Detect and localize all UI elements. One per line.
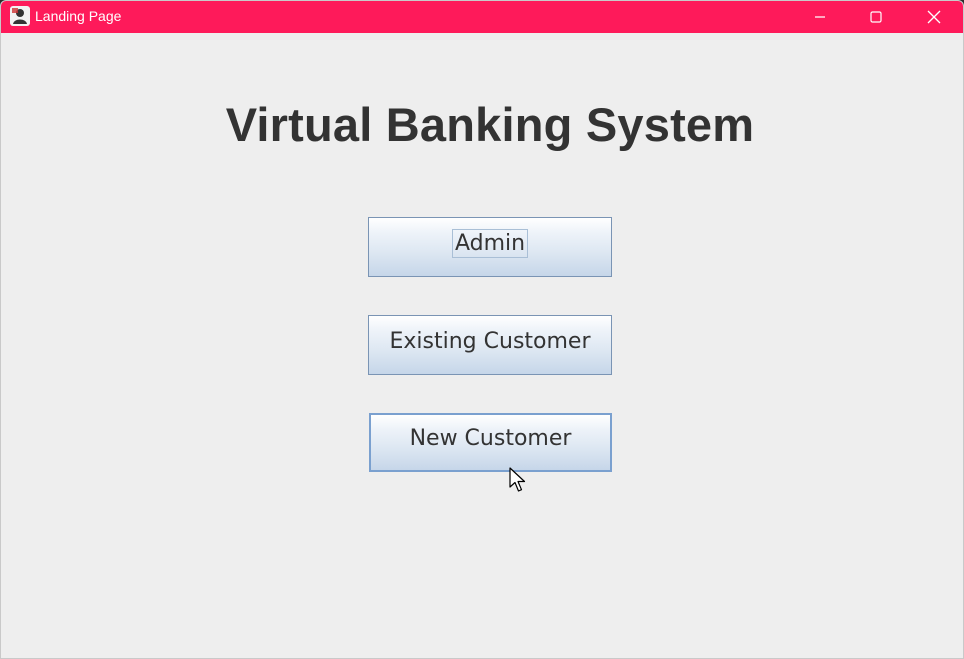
minimize-button[interactable] <box>791 1 849 33</box>
app-window: Landing Page Virtual Banking System Admi… <box>0 0 964 659</box>
existing-customer-button-label: Existing Customer <box>389 328 591 354</box>
page-title: Virtual Banking System <box>225 98 755 151</box>
close-button[interactable] <box>905 1 963 33</box>
title-bar[interactable]: Landing Page <box>1 1 963 33</box>
new-customer-button-label: New Customer <box>409 426 572 451</box>
mouse-pointer-icon <box>509 467 526 492</box>
admin-button-label: Admin <box>451 228 529 258</box>
maximize-button[interactable] <box>847 1 905 33</box>
window-title: Landing Page <box>35 8 122 24</box>
minimize-icon <box>815 16 825 18</box>
maximize-icon <box>870 11 882 23</box>
java-app-icon <box>10 6 30 26</box>
new-customer-button[interactable]: New Customer <box>369 413 612 472</box>
admin-button[interactable]: Admin <box>368 217 612 277</box>
main-panel: Virtual Banking System Admin Existing Cu… <box>1 33 963 658</box>
existing-customer-button[interactable]: Existing Customer <box>368 315 612 375</box>
close-icon <box>927 10 941 24</box>
